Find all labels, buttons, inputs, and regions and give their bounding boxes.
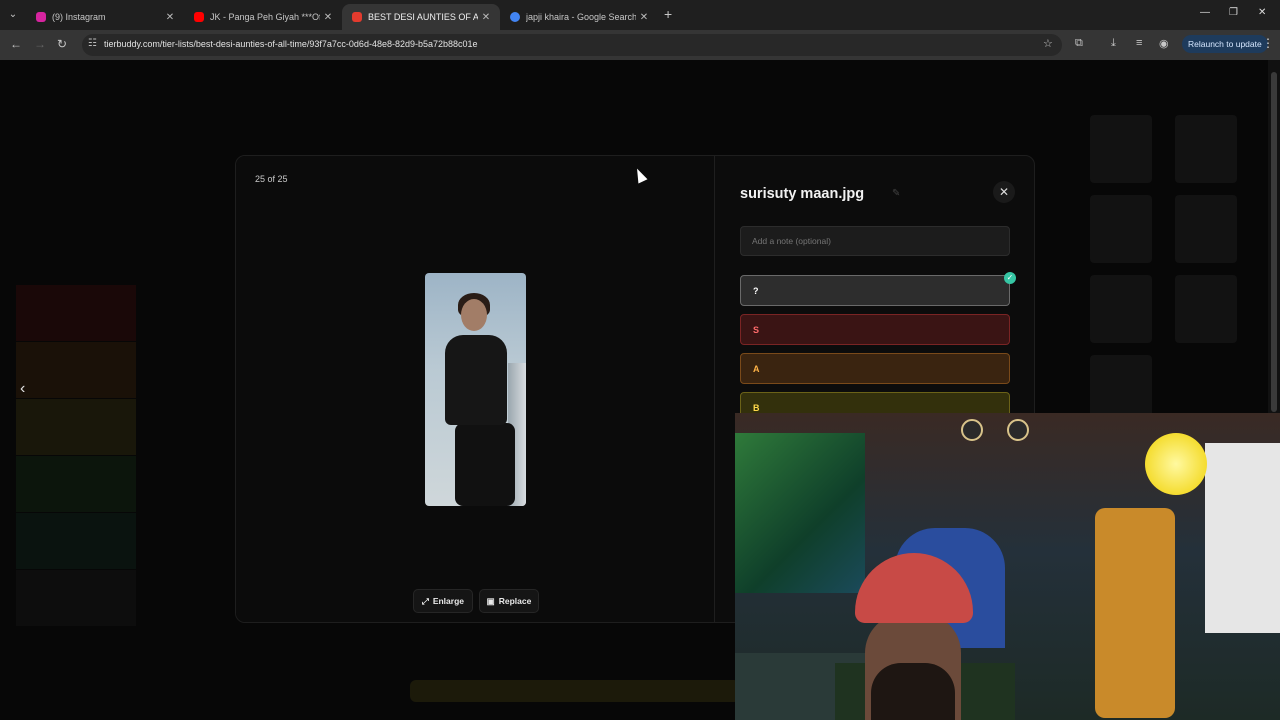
- webcam-beard: [871, 663, 955, 720]
- bg-thumbnail: [1175, 195, 1237, 263]
- bg-tier-row: [16, 285, 136, 341]
- tab-title: BEST DESI AUNTIES OF ALL TIME: [368, 12, 478, 22]
- tab-close-icon[interactable]: ✕: [320, 12, 336, 23]
- tab-title: (9) Instagram: [52, 12, 106, 22]
- bg-tier-row: [16, 456, 136, 512]
- tab-instagram[interactable]: (9) Instagram ✕: [26, 4, 184, 30]
- item-photo[interactable]: [425, 273, 526, 506]
- replace-label: Replace: [498, 596, 532, 606]
- media-controls-icon[interactable]: ≡: [1136, 37, 1142, 49]
- minimize-icon[interactable]: —: [1200, 7, 1210, 18]
- tab-close-icon[interactable]: ✕: [636, 12, 652, 23]
- forward-icon[interactable]: →: [34, 37, 46, 51]
- tab-close-icon[interactable]: ✕: [162, 12, 178, 23]
- tab-youtube[interactable]: JK - Panga Peh Giyah ***Official ✕: [184, 4, 342, 30]
- tier-label: S: [753, 325, 760, 335]
- tab-google-search[interactable]: japji khaira - Google Search ✕: [500, 4, 658, 30]
- bg-thumbnail: [1175, 115, 1237, 183]
- webcam-badge-icon: [961, 419, 983, 441]
- bg-tier-row: [16, 399, 136, 455]
- window-close-icon[interactable]: ✕: [1258, 7, 1266, 18]
- tab-title: japji khaira - Google Search: [526, 12, 636, 22]
- previous-item-icon[interactable]: ‹: [20, 380, 25, 398]
- tier-option-unranked[interactable]: ?: [740, 275, 1010, 306]
- profile-icon[interactable]: ◉: [1159, 37, 1169, 50]
- bg-tier-row: [16, 513, 136, 569]
- google-favicon-icon: [510, 12, 520, 22]
- tier-label: A: [753, 364, 760, 374]
- download-icon[interactable]: ⤓: [1111, 37, 1116, 50]
- webcam-gas-pump: [1095, 508, 1175, 718]
- relaunch-update-button[interactable]: Relaunch to update: [1182, 35, 1268, 53]
- tab-title: JK - Panga Peh Giyah ***Official: [210, 12, 320, 22]
- webcam-lamp: [1145, 433, 1207, 495]
- item-filename: surisuty maan.jpg: [740, 186, 865, 202]
- youtube-favicon-icon: [194, 12, 204, 22]
- tier-label: B: [753, 403, 760, 413]
- bg-thumbnail: [1090, 275, 1152, 343]
- instagram-favicon-icon: [36, 12, 46, 22]
- tab-close-icon[interactable]: ✕: [478, 12, 494, 23]
- bg-action-bar: [410, 680, 740, 702]
- webcam-whiteboard: [1205, 443, 1280, 633]
- tier-label: ?: [753, 286, 759, 296]
- reload-icon[interactable]: ↻: [57, 37, 67, 51]
- tierbuddy-favicon-icon: [352, 12, 362, 22]
- page-scrollbar-thumb[interactable]: [1271, 72, 1277, 412]
- image-icon: ▣: [486, 595, 495, 606]
- tab-search-icon[interactable]: ⌄: [4, 6, 22, 24]
- address-bar-url[interactable]: tierbuddy.com/tier-lists/best-desi-aunti…: [104, 39, 478, 49]
- bookmark-star-icon[interactable]: ☆: [1043, 37, 1053, 50]
- bg-tier-row: [16, 570, 136, 626]
- close-modal-button[interactable]: ✕: [993, 181, 1015, 203]
- tab-tierbuddy[interactable]: BEST DESI AUNTIES OF ALL TIME ✕: [342, 4, 500, 30]
- browser-menu-icon[interactable]: ⋮: [1262, 36, 1274, 50]
- enlarge-button[interactable]: ⤢ Enlarge: [413, 589, 473, 613]
- replace-button[interactable]: ▣ Replace: [479, 589, 539, 613]
- image-counter: 25 of 25: [255, 174, 288, 184]
- enlarge-label: Enlarge: [432, 596, 464, 606]
- back-icon[interactable]: ←: [10, 37, 22, 51]
- selected-check-icon: ✓: [1004, 272, 1016, 284]
- edit-name-icon[interactable]: ✎: [892, 188, 900, 199]
- webcam-neon-wall: [735, 433, 865, 593]
- browser-tab-bar: ⌄ (9) Instagram ✕ JK - Panga Peh Giyah *…: [0, 0, 1280, 30]
- bg-thumbnail: [1090, 115, 1152, 183]
- webcam-overlay: [735, 413, 1280, 720]
- expand-icon: ⤢: [422, 595, 429, 606]
- bg-thumbnail: [1090, 195, 1152, 263]
- webcam-badge-icon: [1007, 419, 1029, 441]
- image-preview-pane: 25 of 25 ⤢ Enlarge ▣ Replace: [236, 156, 715, 622]
- bg-tier-row: [16, 342, 136, 398]
- tier-option-s[interactable]: S: [740, 314, 1010, 345]
- extensions-icon[interactable]: ⧉: [1075, 37, 1083, 50]
- new-tab-button[interactable]: +: [664, 6, 672, 22]
- tier-option-a[interactable]: A: [740, 353, 1010, 384]
- restore-icon[interactable]: ❐: [1229, 7, 1238, 18]
- site-settings-icon[interactable]: ☷: [88, 38, 97, 49]
- note-input[interactable]: [740, 226, 1010, 256]
- bg-thumbnail: [1175, 275, 1237, 343]
